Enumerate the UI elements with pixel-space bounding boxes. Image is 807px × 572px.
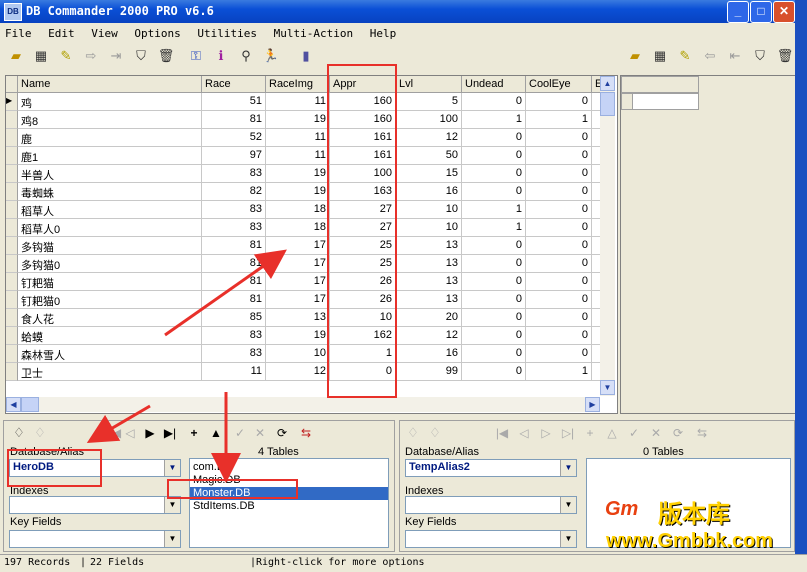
watermark-site: www.Gmbbk.com <box>606 530 774 552</box>
watermark: Gm 版本库 www.Gmbbk.com <box>600 492 800 556</box>
watermark-brand: 版本库 <box>658 500 730 528</box>
watermark-logo: Gm <box>605 498 639 520</box>
annotation-arrows <box>86 249 287 483</box>
arrow-to-appr <box>164 249 287 337</box>
arrow-to-database <box>86 404 151 444</box>
